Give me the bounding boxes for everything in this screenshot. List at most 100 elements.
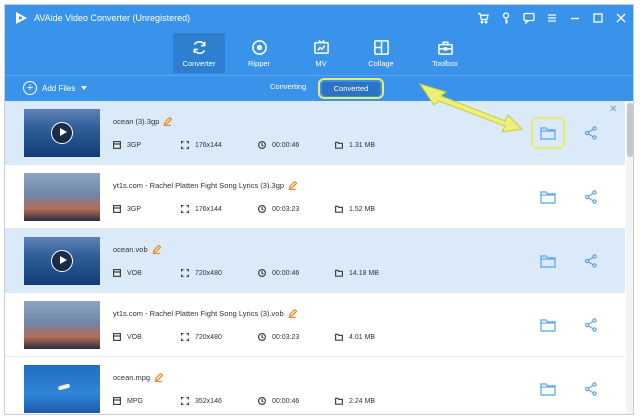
- maximize-button[interactable]: [591, 12, 604, 25]
- share-button[interactable]: [579, 185, 603, 209]
- tab-converted-highlight: Converted: [318, 78, 384, 99]
- file-list: ocean (3).3gp 3GP 176x144 00:00:46 1.31 …: [5, 101, 625, 414]
- minimize-button[interactable]: [568, 12, 581, 25]
- list-item[interactable]: yt1s.com - Rachel Platten Fight Song Lyr…: [5, 293, 625, 357]
- chat-icon[interactable]: [522, 12, 535, 25]
- list-item[interactable]: ocean.mpg MPG 352x146 00:00:46 2.24 MB: [5, 357, 625, 414]
- format-icon: [113, 333, 121, 341]
- resolution-value: 176x144: [195, 141, 222, 149]
- resolution-value: 720x480: [195, 333, 222, 341]
- share-button[interactable]: [579, 121, 603, 145]
- scrollbar[interactable]: [626, 101, 633, 414]
- open-folder-button[interactable]: [531, 245, 565, 277]
- video-thumbnail[interactable]: [24, 237, 100, 285]
- format-icon: [113, 269, 121, 277]
- open-folder-button[interactable]: [531, 117, 565, 149]
- tab-ripper[interactable]: Ripper: [233, 33, 285, 73]
- folder-icon: [540, 127, 556, 140]
- file-name: yt1s.com - Rachel Platten Fight Song Lyr…: [113, 181, 285, 190]
- list-item[interactable]: yt1s.com - Rachel Platten Fight Song Lyr…: [5, 165, 625, 229]
- tab-label: Ripper: [247, 58, 271, 68]
- resolution-value: 352x146: [195, 397, 222, 405]
- edit-icon[interactable]: [288, 180, 298, 191]
- resolution-icon: [181, 397, 189, 405]
- tab-mv[interactable]: MV: [295, 33, 347, 73]
- format-value: 3GP: [127, 205, 142, 213]
- menu-icon[interactable]: [545, 12, 558, 25]
- video-thumbnail[interactable]: [24, 173, 100, 221]
- tab-converted[interactable]: Converted: [322, 81, 380, 96]
- edit-icon[interactable]: [163, 116, 173, 127]
- file-size-icon: [335, 141, 343, 149]
- convert-icon: [193, 40, 205, 54]
- duration-value: 00:00:46: [272, 141, 300, 149]
- share-icon: [584, 126, 597, 140]
- video-thumbnail[interactable]: [24, 365, 100, 413]
- format-value: VOB: [127, 333, 142, 341]
- share-button[interactable]: [579, 313, 603, 337]
- duration-value: 00:00:46: [272, 269, 300, 277]
- format-icon: [113, 141, 121, 149]
- disc-icon: [251, 39, 267, 55]
- app-title: AVAide Video Converter (Unregistered): [34, 13, 191, 23]
- folder-icon: [540, 383, 556, 396]
- resolution-icon: [181, 141, 189, 149]
- share-button[interactable]: [579, 377, 603, 401]
- resolution-value: 720x480: [195, 269, 222, 277]
- add-files-button[interactable]: + Add Files: [23, 81, 88, 95]
- file-size-icon: [335, 333, 343, 341]
- scrollbar-thumb[interactable]: [627, 103, 633, 157]
- key-icon[interactable]: [499, 12, 512, 25]
- video-thumbnail[interactable]: [24, 109, 100, 157]
- play-icon[interactable]: [51, 122, 73, 144]
- file-name: ocean.mpg: [113, 373, 151, 382]
- duration-value: 00:03:23: [272, 205, 300, 213]
- close-button[interactable]: [614, 12, 627, 25]
- format-value: MPG: [127, 397, 143, 405]
- tab-collage[interactable]: Collage: [355, 33, 407, 73]
- format-icon: [113, 205, 121, 213]
- cart-icon[interactable]: [476, 12, 489, 25]
- tab-toolbox[interactable]: Toolbox: [419, 33, 471, 73]
- resolution-value: 176x144: [195, 205, 222, 213]
- close-icon[interactable]: ✕: [609, 104, 617, 115]
- clock-icon: [258, 269, 266, 277]
- file-name: yt1s.com - Rachel Platten Fight Song Lyr…: [113, 309, 284, 318]
- video-thumbnail[interactable]: [24, 301, 100, 349]
- open-folder-button[interactable]: [531, 373, 565, 405]
- collage-icon: [373, 39, 389, 55]
- share-button[interactable]: [579, 249, 603, 273]
- tab-label: Converter: [182, 58, 216, 68]
- share-icon: [584, 318, 597, 332]
- file-size-value: 1.31 MB: [349, 141, 376, 149]
- edit-icon[interactable]: [154, 372, 164, 383]
- clock-icon: [258, 205, 266, 213]
- toolbox-icon: [437, 41, 453, 55]
- open-folder-button[interactable]: [531, 309, 565, 341]
- share-icon: [584, 190, 597, 204]
- clock-icon: [258, 397, 266, 405]
- tab-label: Toolbox: [432, 58, 458, 68]
- edit-icon[interactable]: [151, 244, 162, 255]
- clock-icon: [258, 333, 266, 341]
- play-icon[interactable]: [51, 250, 73, 272]
- chevron-down-icon[interactable]: [81, 86, 88, 90]
- format-value: 3GP: [127, 141, 142, 149]
- file-size-icon: [335, 205, 343, 213]
- duration-value: 00:00:46: [272, 397, 300, 405]
- resolution-icon: [181, 269, 189, 277]
- open-folder-button[interactable]: [531, 181, 565, 213]
- tab-label: Collage: [368, 58, 394, 68]
- file-size-value: 14.18 MB: [349, 269, 379, 277]
- tab-converting[interactable]: Converting: [270, 82, 306, 91]
- folder-icon: [540, 255, 556, 268]
- plus-icon: +: [23, 81, 37, 95]
- clock-icon: [258, 141, 266, 149]
- file-size-value: 4.01 MB: [349, 333, 376, 341]
- edit-icon[interactable]: [287, 308, 298, 319]
- list-item[interactable]: ocean (3).3gp 3GP 176x144 00:00:46 1.31 …: [5, 101, 625, 165]
- file-size-value: 2.24 MB: [349, 397, 376, 405]
- list-item[interactable]: ocean.vob VOB 720x480 00:00:46 14.18 MB: [5, 229, 625, 293]
- tab-converter[interactable]: Converter: [173, 33, 225, 73]
- file-size-icon: [335, 269, 343, 277]
